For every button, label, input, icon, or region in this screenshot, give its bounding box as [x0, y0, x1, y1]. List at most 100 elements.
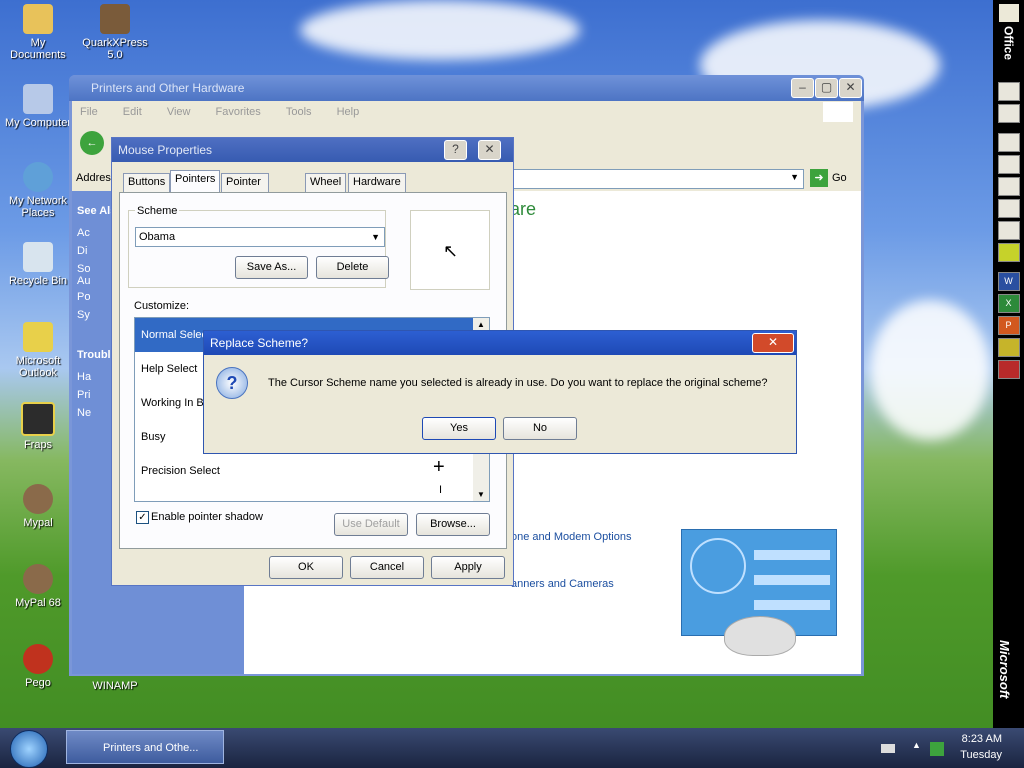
yes-button[interactable]: Yes [422, 417, 496, 440]
raccoon-icon [23, 484, 53, 514]
replace-scheme-titlebar[interactable]: Replace Scheme? ✕ [204, 331, 796, 355]
use-default-button[interactable]: Use Default [334, 513, 408, 536]
word-icon[interactable]: W [997, 272, 1020, 291]
taskbar-item-label: Printers and Othe... [103, 742, 199, 754]
address-input[interactable]: ▼ [508, 169, 804, 189]
window-title: Printers and Other Hardware [91, 81, 245, 95]
delete-button[interactable]: Delete [316, 256, 389, 279]
text-cursor-icon: I [439, 484, 443, 496]
pointer-row-help-select[interactable]: Help Select [141, 363, 197, 375]
keyboard-icon[interactable] [881, 744, 895, 753]
desktop-icon-recycle-bin[interactable]: Recycle Bin [3, 242, 73, 287]
explorer-titlebar[interactable]: Printers and Other Hardware – ▢ ✕ [69, 75, 864, 101]
menu-tools[interactable]: Tools [286, 106, 312, 118]
menu-help[interactable]: Help [337, 106, 360, 118]
help-button[interactable]: ? [444, 140, 467, 160]
go-arrow-icon[interactable]: ➜ [810, 169, 828, 187]
desktop-icon-label: WINAMP [92, 680, 138, 692]
desktop-icon-mypal[interactable]: Mypal [3, 484, 73, 529]
clock[interactable]: 8:23 AM Tuesday [948, 733, 1002, 761]
dialog-title: Mouse Properties [118, 143, 213, 157]
desktop-icon-mypal-68[interactable]: MyPal 68 [3, 564, 73, 609]
office-folder-icon[interactable] [998, 4, 1019, 22]
desktop-icon-pego[interactable]: Pego [3, 644, 73, 689]
fraps-icon [21, 402, 55, 436]
excel-icon[interactable]: X [997, 294, 1020, 313]
outlook-icon [23, 322, 53, 352]
close-button[interactable]: ✕ [752, 333, 794, 353]
customize-label: Customize: [134, 300, 190, 312]
mouse-properties-titlebar[interactable]: Mouse Properties ? ✕ [112, 138, 513, 162]
chevron-down-icon[interactable]: ▼ [790, 172, 799, 182]
access-icon[interactable] [997, 360, 1020, 379]
desktop-icon-label: Pego [25, 677, 51, 689]
desktop-icon-quarkxpress[interactable]: QuarkXPress 5.0 [80, 4, 150, 61]
replace-scheme-dialog: Replace Scheme? ✕ ? The Cursor Scheme na… [203, 330, 797, 454]
menu-bar: File Edit View Favorites Tools Help [72, 101, 861, 123]
start-button[interactable] [10, 730, 48, 768]
note-icon[interactable] [997, 221, 1020, 240]
maximize-button[interactable]: ▢ [815, 78, 838, 98]
desktop-icon-outlook[interactable]: Microsoft Outlook [3, 322, 73, 379]
menu-edit[interactable]: Edit [123, 106, 142, 118]
gauge-graphic [690, 538, 746, 594]
replace-message: The Cursor Scheme name you selected is a… [268, 377, 768, 389]
close-button[interactable]: ✕ [478, 140, 501, 160]
outlook-icon[interactable] [997, 338, 1020, 357]
office-app-icon[interactable] [997, 82, 1020, 101]
arrow-up-icon[interactable]: ▲ [912, 740, 921, 750]
tab-wheel[interactable]: Wheel [305, 173, 347, 192]
office-shortcut-bar: Office W X P Microsoft [993, 0, 1024, 728]
tray-app-icon[interactable] [930, 742, 944, 756]
shadow-checkbox[interactable]: ✓ [136, 511, 149, 524]
desktop-icon-label: Mypal [23, 517, 53, 529]
contact-icon[interactable] [997, 199, 1020, 218]
scroll-up-icon[interactable]: ▲ [477, 320, 485, 329]
dialog-title: Replace Scheme? [210, 336, 309, 350]
menu-favorites[interactable]: Favorites [216, 106, 261, 118]
scheme-select[interactable]: Obama ▼ [135, 227, 385, 247]
task-icon[interactable] [997, 177, 1020, 196]
apply-button[interactable]: Apply [431, 556, 505, 579]
browse-button[interactable]: Browse... [416, 513, 490, 536]
tab-pointers[interactable]: Pointers [170, 170, 221, 193]
cancel-button[interactable]: Cancel [350, 556, 424, 579]
menu-file[interactable]: File [80, 106, 98, 118]
menu-view[interactable]: View [167, 106, 191, 118]
go-button[interactable]: Go [832, 172, 847, 184]
chevron-down-icon[interactable]: ▼ [371, 228, 380, 246]
desktop-icon-my-computer[interactable]: My Computer [3, 84, 73, 129]
tab-buttons[interactable]: Buttons [123, 173, 171, 192]
tab-hardware[interactable]: Hardware [348, 173, 406, 192]
phone-modem-link[interactable]: one and Modem Options [511, 531, 631, 543]
back-arrow-icon[interactable]: ← [80, 131, 104, 155]
calendar-icon[interactable] [997, 155, 1020, 174]
desktop-icon-fraps[interactable]: Fraps [3, 402, 73, 451]
desktop-icon-winamp[interactable]: WINAMP [80, 680, 150, 692]
bar-graphic [754, 600, 830, 610]
mail-icon[interactable] [997, 133, 1020, 152]
desktop-icon-label: MyPal 68 [15, 597, 61, 609]
scroll-down-icon[interactable]: ▼ [477, 490, 485, 499]
save-as-button[interactable]: Save As... [235, 256, 308, 279]
no-button[interactable]: No [503, 417, 577, 440]
tab-pointer-options[interactable]: Pointer Options [221, 173, 269, 205]
minimize-button[interactable]: – [791, 78, 814, 98]
powerpoint-icon[interactable]: P [997, 316, 1020, 335]
pointer-row-precision-select[interactable]: Precision Select [141, 465, 220, 477]
desktop-icon-my-network-places[interactable]: My Network Places [3, 162, 73, 219]
close-button[interactable]: ✕ [839, 78, 862, 98]
pointer-row-busy[interactable]: Busy [141, 431, 165, 443]
office-app-icon[interactable] [997, 104, 1020, 123]
crosshair-icon: + [433, 456, 445, 478]
pointer-row-normal-select[interactable]: Normal Select [141, 329, 210, 341]
desktop-icon-label: Recycle Bin [8, 275, 68, 287]
ok-button[interactable]: OK [269, 556, 343, 579]
taskbar-item-explorer[interactable]: Printers and Othe... [66, 730, 224, 764]
scheme-label: Scheme [135, 205, 180, 217]
raccoon-icon [23, 564, 53, 594]
clock-day: Tuesday [960, 749, 1002, 761]
scanners-cameras-link[interactable]: anners and Cameras [511, 578, 614, 590]
journal-icon[interactable] [997, 243, 1020, 262]
desktop-icon-my-documents[interactable]: My Documents [3, 4, 73, 61]
